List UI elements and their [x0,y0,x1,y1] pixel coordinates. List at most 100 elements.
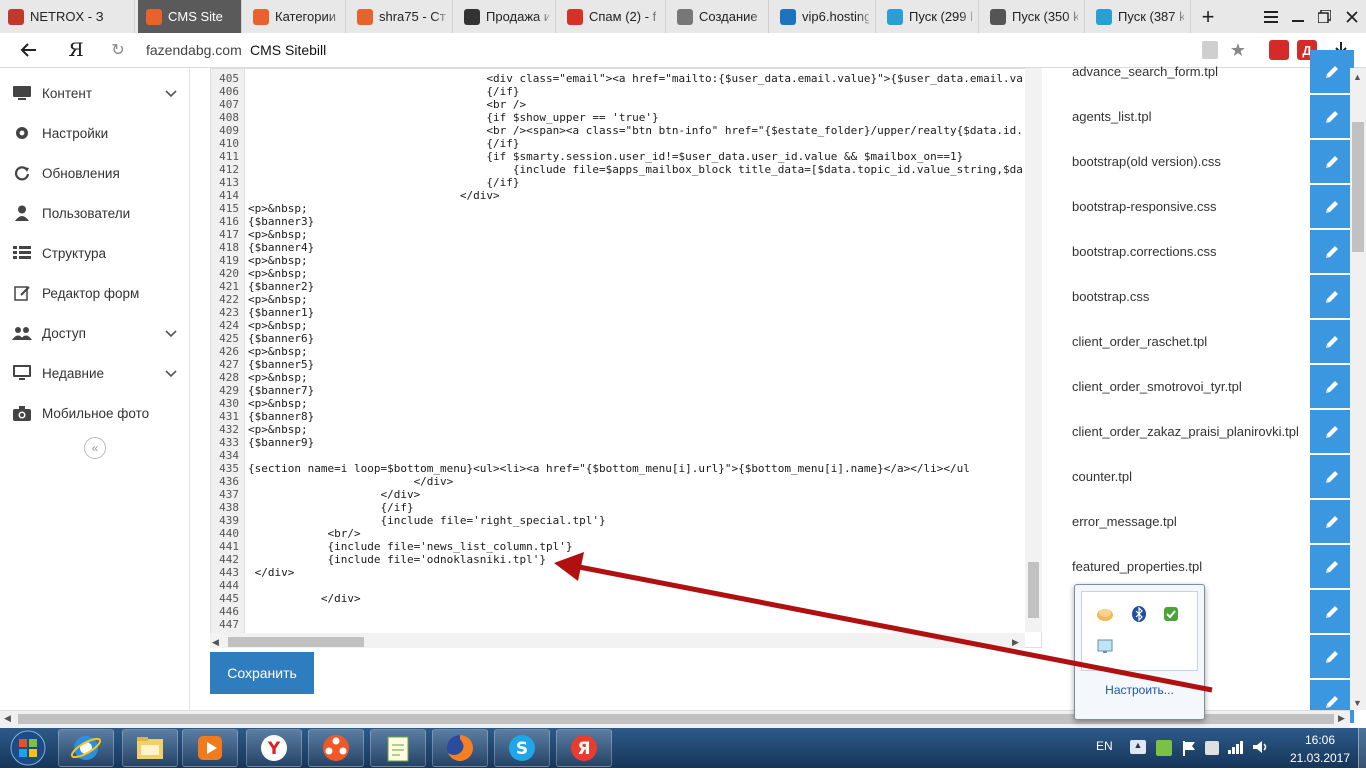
code-line[interactable]: {$banner1} [248,306,314,319]
edit-pencil-icon[interactable] [1310,320,1354,363]
back-icon[interactable] [14,33,42,67]
code-line[interactable]: <br/> [248,527,360,540]
code-line[interactable]: {if $smarty.session.user_id!=$user_data.… [248,150,963,163]
editor-vertical-scroll-thumb[interactable] [1028,562,1039,618]
code-line[interactable]: {if $show_upper == 'true'} [248,111,658,124]
address-domain[interactable]: fazendabg.com [146,42,242,58]
file-name[interactable]: client_order_raschet.tpl [1072,334,1207,349]
skype-icon[interactable]: S [494,729,550,767]
scroll-right-icon[interactable]: ▶ [1012,637,1019,648]
scroll-down-icon[interactable]: ▼ [1353,698,1362,708]
ie-icon[interactable] [58,729,114,767]
code-line[interactable]: {section name=i loop=$bottom_menu}<ul><l… [248,462,970,475]
editor-horizontal-scroll-thumb[interactable] [228,637,364,647]
sidebar-item[interactable]: Структура [0,233,189,273]
tray-app-icon[interactable] [1096,605,1114,623]
edit-pencil-icon[interactable] [1310,635,1354,678]
reload-icon[interactable]: ↻ [106,33,130,67]
code-line[interactable]: <p>&nbsp; [248,423,308,436]
code-line[interactable]: <br /><span><a class="btn btn-info" href… [248,124,1022,137]
action-center-icon[interactable] [1182,740,1196,756]
editor-vertical-scrollbar[interactable] [1025,68,1042,632]
clock-date[interactable]: 21.03.2017 [1283,751,1357,765]
code-line[interactable]: {$banner3} [248,215,314,228]
edit-pencil-icon[interactable] [1310,545,1354,588]
edit-pencil-icon[interactable] [1310,230,1354,273]
device-icon[interactable] [1205,741,1219,755]
code-line[interactable]: {$banner7} [248,384,314,397]
sidebar-item[interactable]: Обновления [0,153,189,193]
menu-icon[interactable] [1257,0,1285,33]
code-line[interactable]: {include file='news_list_column.tpl'} [248,540,572,553]
file-name[interactable]: featured_properties.tpl [1072,559,1202,574]
file-name[interactable]: client_order_zakaz_praisi_planirovki.tpl [1072,424,1299,439]
file-name[interactable]: agents_list.tpl [1072,109,1152,124]
edit-pencil-icon[interactable] [1310,275,1354,318]
scroll-left-icon[interactable]: ◀ [212,637,219,648]
edit-pencil-icon[interactable] [1310,500,1354,543]
restore-icon[interactable] [1310,0,1338,33]
sidebar-item[interactable]: Недавние [0,353,189,393]
code-line[interactable]: </div> [248,475,454,488]
file-name[interactable]: bootstrap-responsive.css [1072,199,1217,214]
code-line[interactable]: </div> [248,488,420,501]
code-line[interactable]: <p>&nbsp; [248,293,308,306]
scroll-up-icon[interactable]: ▲ [1353,72,1362,82]
code-line[interactable]: <p>&nbsp; [248,319,308,332]
sidebar-item[interactable]: Доступ [0,313,189,353]
security-icon[interactable] [1162,605,1180,623]
code-line[interactable]: </div> [248,566,295,579]
page-scroll-right-icon[interactable]: ▶ [1338,713,1345,724]
code-line[interactable]: <p>&nbsp; [248,371,308,384]
bluetooth-icon[interactable] [1130,605,1148,623]
sidebar-item[interactable]: Контент [0,73,189,113]
sidebar-item[interactable]: Мобильное фото [0,393,189,433]
edit-pencil-icon[interactable] [1310,590,1354,633]
file-name[interactable]: bootstrap.css [1072,289,1149,304]
sidebar-item[interactable]: Пользователи [0,193,189,233]
edit-pencil-icon[interactable] [1310,185,1354,228]
code-line[interactable]: {$banner8} [248,410,314,423]
language-indicator[interactable]: EN [1096,739,1113,753]
code-line[interactable]: </div> [248,189,500,202]
browser-tab[interactable]: Категории [245,0,346,33]
code-line[interactable]: <p>&nbsp; [248,254,308,267]
sidebar-item[interactable]: Редактор форм [0,273,189,313]
page-scroll-left-icon[interactable]: ◀ [4,713,11,724]
code-line[interactable]: {/if} [248,137,519,150]
browser-tab[interactable]: Спам (2) - f [559,0,666,33]
code-line[interactable]: {/if} [248,501,413,514]
browser-tab[interactable]: Продажа и [456,0,556,33]
browser-tab[interactable]: Пуск (350 k [982,0,1085,33]
code-line[interactable]: <div class="email"><a href="mailto:{$use… [248,72,1022,85]
code-line[interactable]: {$banner5} [248,358,314,371]
show-desktop-button[interactable] [1358,728,1366,768]
file-name[interactable]: counter.tpl [1072,469,1132,484]
volume-icon[interactable] [1253,740,1269,757]
browser-tab[interactable]: Создание п [669,0,769,33]
new-tab-button[interactable]: + [1194,0,1222,33]
page-vertical-scroll-thumb[interactable] [1352,122,1364,252]
browser-tab[interactable]: vip6.hosting [772,0,876,33]
browser-tab[interactable]: Пуск (387 k [1088,0,1191,33]
code-line[interactable]: {/if} [248,176,519,189]
code-line[interactable]: {$banner4} [248,241,314,254]
close-icon[interactable] [1338,0,1366,33]
file-name[interactable]: bootstrap(old version).css [1072,154,1221,169]
edit-pencil-icon[interactable] [1310,95,1354,138]
file-name[interactable]: bootstrap.corrections.css [1072,244,1217,259]
edit-pencil-icon[interactable] [1310,140,1354,183]
code-line[interactable]: {include file='odnoklasniki.tpl'} [248,553,546,566]
save-button[interactable]: Сохранить [210,652,314,694]
code-line[interactable]: {include file=$apps_mailbox_block title_… [248,163,1023,176]
code-line[interactable]: <br /> [248,98,526,111]
yandex-browser-icon[interactable]: Я [556,729,612,767]
monitor-tray-icon[interactable] [1096,637,1114,655]
notepad-icon[interactable] [370,729,426,767]
code-line[interactable]: {/if} [248,85,519,98]
edit-pencil-icon[interactable] [1310,365,1354,408]
file-name[interactable]: client_order_smotrovoi_tyr.tpl [1072,379,1242,394]
tray-customize-link[interactable]: Настроить... [1075,683,1204,697]
clock-time[interactable]: 16:06 [1290,733,1350,747]
code-line[interactable]: <p>&nbsp; [248,345,308,358]
